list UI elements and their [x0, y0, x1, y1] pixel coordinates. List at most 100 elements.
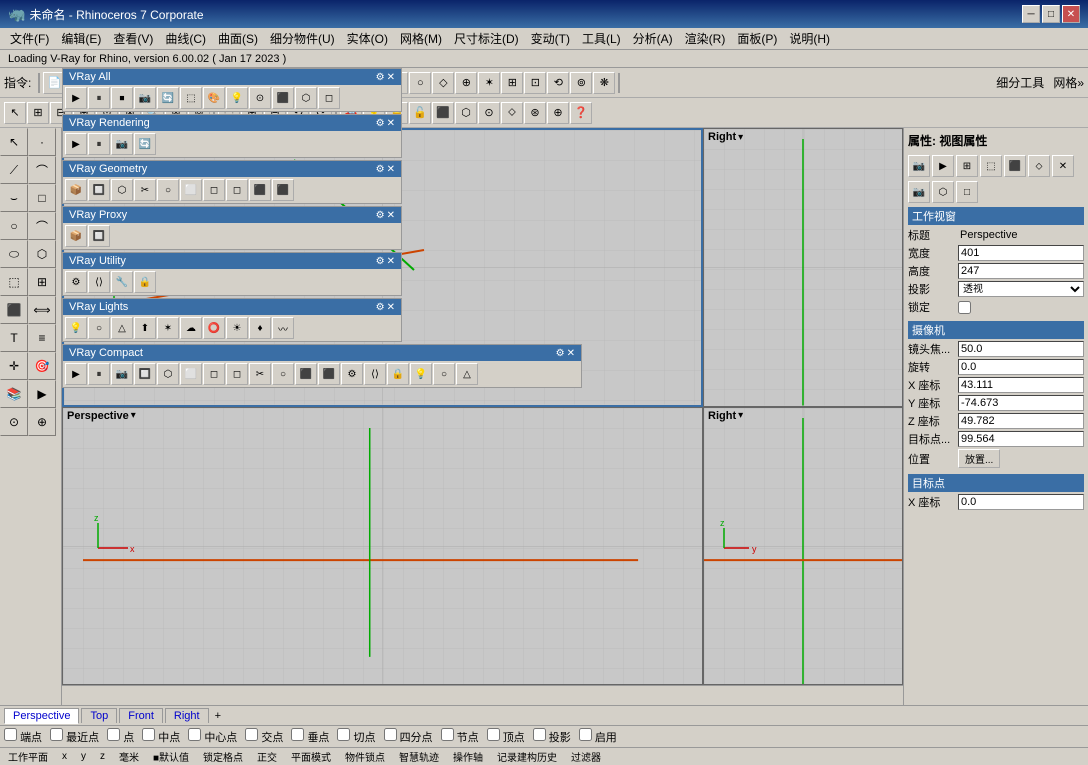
- gumball[interactable]: 操作轴: [449, 749, 487, 764]
- snap-inter[interactable]: 交点: [245, 728, 283, 745]
- sidebar-arrow-tool[interactable]: ↖: [0, 128, 28, 156]
- vray-util-btn-4[interactable]: 🔒: [134, 271, 156, 293]
- menu-item-曲线(C)[interactable]: 曲线(C): [159, 28, 212, 49]
- menu-item-编辑(E)[interactable]: 编辑(E): [55, 28, 107, 49]
- vray-comp-btn-16[interactable]: 💡: [410, 363, 432, 385]
- sidebar-layer-tool[interactable]: 📚: [0, 380, 28, 408]
- prop-cx-input[interactable]: [958, 377, 1084, 393]
- sidebar-extra2[interactable]: ⊕: [28, 408, 56, 436]
- snap-tan[interactable]: 切点: [337, 728, 375, 745]
- vray-comp-btn-5[interactable]: ⬡: [157, 363, 179, 385]
- vray-proxy-close[interactable]: ✕: [387, 210, 395, 221]
- panel-icon-2[interactable]: 📷: [908, 181, 930, 203]
- prop-tx-input[interactable]: [958, 494, 1084, 510]
- vray-all-btn-12[interactable]: ◻: [318, 87, 340, 109]
- snap-tan-cb[interactable]: [337, 728, 350, 741]
- vray-proxy-btn-2[interactable]: 🔲: [88, 225, 110, 247]
- vray-comp-btn-14[interactable]: ⟨⟩: [364, 363, 386, 385]
- vray-comp-btn-10[interactable]: ○: [272, 363, 294, 385]
- sidebar-render-tool[interactable]: ▶: [28, 380, 56, 408]
- vray-geometry-close[interactable]: ✕: [387, 164, 395, 175]
- prop-rotate-input[interactable]: [958, 359, 1084, 375]
- snap-quad-cb[interactable]: [384, 728, 397, 741]
- sidebar-rectangle-tool[interactable]: □: [28, 184, 56, 212]
- sidebar-freeform-tool[interactable]: ⌣: [0, 184, 28, 212]
- maximize-button[interactable]: □: [1042, 5, 1060, 23]
- vray-rend-btn-4[interactable]: 🔄: [134, 133, 156, 155]
- vray-comp-btn-13[interactable]: ⚙: [341, 363, 363, 385]
- snap-point[interactable]: 点: [107, 728, 134, 745]
- vray-comp-btn-17[interactable]: ○: [433, 363, 455, 385]
- menu-item-分析(A)[interactable]: 分析(A): [627, 28, 679, 49]
- vray-all-btn-4[interactable]: 📷: [134, 87, 156, 109]
- tab-right[interactable]: Right: [165, 708, 209, 723]
- bottom-right-viewport[interactable]: Right ▾: [703, 407, 903, 686]
- tab-top[interactable]: Top: [81, 708, 117, 723]
- vray-geo-btn-9[interactable]: ⬛: [249, 179, 271, 201]
- vray-utility-close[interactable]: ✕: [387, 256, 395, 267]
- panel-icon-mesh[interactable]: ⊞: [956, 155, 978, 177]
- vray-rendering-gear[interactable]: ⚙: [376, 118, 385, 129]
- snap-endpoint[interactable]: 端点: [4, 728, 42, 745]
- vray-all-btn-3[interactable]: ⏹: [111, 87, 133, 109]
- tab-front[interactable]: Front: [119, 708, 163, 723]
- prop-target-input[interactable]: [958, 431, 1084, 447]
- vray-all-btn-1[interactable]: ▶: [65, 87, 87, 109]
- tb2-btn-1[interactable]: ↖: [4, 102, 26, 124]
- vray-comp-btn-12[interactable]: ⬛: [318, 363, 340, 385]
- snap-nearest-cb[interactable]: [50, 728, 63, 741]
- vray-light-btn-5[interactable]: ✶: [157, 317, 179, 339]
- sidebar-mesh-tool[interactable]: ⊞: [28, 268, 56, 296]
- snap-proj[interactable]: 投影: [533, 728, 571, 745]
- snap-vertex-cb[interactable]: [487, 728, 500, 741]
- tb2-btn-2[interactable]: ⊞: [27, 102, 49, 124]
- vray-comp-btn-18[interactable]: △: [456, 363, 478, 385]
- menu-item-实体(O)[interactable]: 实体(O): [341, 28, 394, 49]
- vray-lights-gear[interactable]: ⚙: [376, 302, 385, 313]
- vray-all-btn-2[interactable]: ⏸: [88, 87, 110, 109]
- menu-item-工具(L)[interactable]: 工具(L): [576, 28, 627, 49]
- prop-focal-input[interactable]: [958, 341, 1084, 357]
- snap-endpoint-cb[interactable]: [4, 728, 17, 741]
- prop-cy-input[interactable]: [958, 395, 1084, 411]
- vray-light-btn-10[interactable]: 〰: [272, 317, 294, 339]
- vray-lights-close[interactable]: ✕: [387, 302, 395, 313]
- sidebar-dim-tool[interactable]: ⟺: [28, 296, 56, 324]
- vray-light-btn-9[interactable]: ♦: [249, 317, 271, 339]
- grid-lock[interactable]: 锁定格点: [199, 749, 247, 764]
- snap-proj-cb[interactable]: [533, 728, 546, 741]
- sidebar-text-tool[interactable]: T: [0, 324, 28, 352]
- vray-light-btn-4[interactable]: ⬆: [134, 317, 156, 339]
- vray-geo-btn-8[interactable]: ◻: [226, 179, 248, 201]
- panel-icon-render[interactable]: ▶: [932, 155, 954, 177]
- menu-item-查看(V)[interactable]: 查看(V): [107, 28, 159, 49]
- sidebar-polyline-tool[interactable]: ⌒: [28, 156, 56, 184]
- minimize-button[interactable]: ─: [1022, 5, 1040, 23]
- sidebar-solid-tool[interactable]: ⬛: [0, 296, 28, 324]
- snap-perp-cb[interactable]: [291, 728, 304, 741]
- vray-all-close[interactable]: ✕: [387, 72, 395, 83]
- vray-all-btn-11[interactable]: ⬡: [295, 87, 317, 109]
- vray-all-btn-10[interactable]: ⬛: [272, 87, 294, 109]
- vray-rend-btn-2[interactable]: ⏸: [88, 133, 110, 155]
- vray-geo-btn-6[interactable]: ⬜: [180, 179, 202, 201]
- vray-geo-btn-7[interactable]: ◻: [203, 179, 225, 201]
- prop-lock-checkbox[interactable]: [958, 301, 971, 314]
- vray-all-btn-6[interactable]: ⬚: [180, 87, 202, 109]
- snap-mid-cb[interactable]: [142, 728, 155, 741]
- sidebar-hatch-tool[interactable]: ≡: [28, 324, 56, 352]
- vray-light-btn-3[interactable]: △: [111, 317, 133, 339]
- sidebar-snap-tool[interactable]: 🎯: [28, 352, 56, 380]
- vray-all-btn-5[interactable]: 🔄: [157, 87, 179, 109]
- menu-item-说明(H)[interactable]: 说明(H): [783, 28, 836, 49]
- panel-icon-ghost[interactable]: ⬦: [1028, 155, 1050, 177]
- vray-comp-btn-8[interactable]: ◻: [226, 363, 248, 385]
- snap-enable[interactable]: 启用: [579, 728, 617, 745]
- sidebar-polygon-tool[interactable]: ⬡: [28, 240, 56, 268]
- vray-comp-btn-4[interactable]: 🔲: [134, 363, 156, 385]
- vray-geo-btn-5[interactable]: ○: [157, 179, 179, 201]
- snap-vertex[interactable]: 顶点: [487, 728, 525, 745]
- vray-util-btn-3[interactable]: 🔧: [111, 271, 133, 293]
- sidebar-gumball-tool[interactable]: ✛: [0, 352, 28, 380]
- snap-mid[interactable]: 中点: [142, 728, 180, 745]
